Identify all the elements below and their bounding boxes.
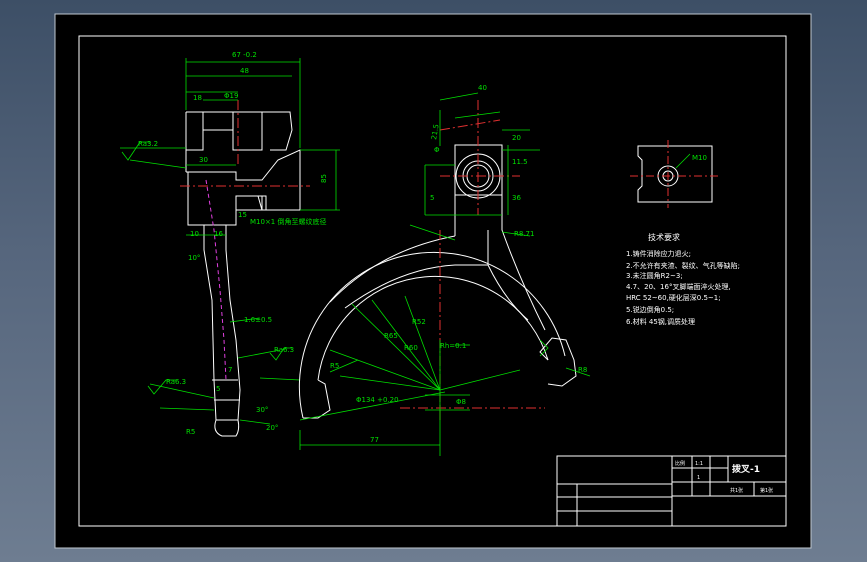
dim-side-16: 16 bbox=[214, 230, 223, 238]
roughness-side-left: Ra3.2 bbox=[138, 140, 158, 148]
dim-front-20: 20 bbox=[512, 134, 521, 142]
notes-title: 技术要求 bbox=[648, 232, 680, 242]
dim-front-r60: R60 bbox=[404, 344, 418, 352]
dim-side-18: 18 bbox=[193, 94, 202, 102]
detail-hole-label: M10 bbox=[692, 154, 707, 162]
qty-value: 1 bbox=[697, 475, 700, 481]
dim-side-top: 67 -0.2 bbox=[232, 51, 257, 59]
dim-front-215: 21.5 bbox=[430, 124, 441, 141]
sheet-b: 第1张 bbox=[760, 487, 773, 494]
dim-side-r5: R5 bbox=[186, 428, 195, 436]
dim-front-r5: R5 bbox=[330, 362, 339, 370]
notes-line-4: 4.7、20、16°叉脚端面淬火处理, bbox=[626, 282, 731, 291]
dim-side-85: 85 bbox=[320, 174, 328, 183]
dim-front-phi-bottom: Φ8 bbox=[456, 398, 466, 406]
dim-side-5: 5 bbox=[216, 385, 220, 393]
scale-label: 比例 bbox=[675, 460, 685, 467]
dim-side-7: 7 bbox=[228, 366, 232, 374]
dim-front-r65: R65 bbox=[384, 332, 398, 340]
centerline-label: Rh=0.1 bbox=[440, 342, 466, 350]
part-name: 拨叉-1 bbox=[732, 463, 760, 475]
roughness-side-mid: Ra6.3 bbox=[274, 346, 294, 354]
dim-front-5: 5 bbox=[430, 194, 434, 202]
dim-side-165: 1.6±0.5 bbox=[244, 316, 272, 324]
sheet-a: 共1张 bbox=[730, 487, 743, 494]
dim-side-15: 15 bbox=[238, 211, 247, 219]
scale-value: 1:1 bbox=[695, 461, 703, 467]
dim-front-r52: R52 bbox=[412, 318, 426, 326]
angle-side-10: 10° bbox=[188, 254, 200, 262]
dim-front-77: 77 bbox=[370, 436, 379, 444]
dim-front-36: 36 bbox=[512, 194, 521, 202]
dim-side-30: 30 bbox=[199, 156, 208, 164]
notes-line-7: 6.材料 45钢,调质处理 bbox=[626, 317, 695, 326]
notes-line-6: 5.锐边倒角0.5; bbox=[626, 305, 674, 314]
dim-front-r: R8.71 bbox=[514, 230, 534, 238]
notes-line-2: 2.不允许有夹渣、裂纹、气孔等缺陷; bbox=[626, 261, 740, 270]
annotation-layer: 67 -0.2 48 18 Φ19 Ra3.2 30 85 M10×1 倒角至螺… bbox=[138, 51, 773, 494]
notes-line-1: 1.铸件消除应力退火; bbox=[626, 249, 691, 258]
dim-side-10: 10 bbox=[190, 230, 199, 238]
dim-front-40: 40 bbox=[478, 84, 487, 92]
dim-front-rh: R8 bbox=[578, 366, 587, 374]
dim-front-phi-arc: Φ134 +0.20 bbox=[356, 396, 399, 404]
angle-side-20: 20° bbox=[266, 424, 278, 432]
angle-side-30: 30° bbox=[256, 406, 268, 414]
dim-front-115: 11.5 bbox=[512, 158, 528, 166]
dim-side-48: 48 bbox=[240, 67, 249, 75]
dim-side-phi: Φ19 bbox=[224, 92, 238, 100]
notes-line-5: HRC 52~60,硬化层深0.5~1; bbox=[626, 293, 721, 302]
dim-front-phi-hole: Φ bbox=[434, 146, 440, 154]
roughness-side-low: Ra6.3 bbox=[166, 378, 186, 386]
notes-line-3: 3.未注圆角R2~3; bbox=[626, 271, 683, 280]
note-thread: M10×1 倒角至螺纹底径 bbox=[250, 217, 327, 226]
